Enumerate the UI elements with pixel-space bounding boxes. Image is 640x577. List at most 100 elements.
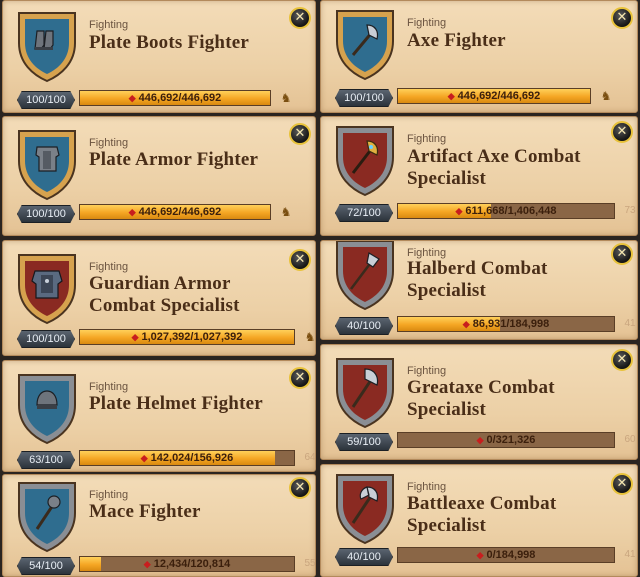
level-badge: 40/100 [335, 317, 393, 335]
mastery-crest-icon: ♞ [304, 330, 316, 344]
level-badge: 100/100 [17, 91, 75, 109]
xp-value: 0/321,326 [486, 434, 536, 446]
mastery-category: Fighting [407, 17, 447, 29]
xp-value: 446,692/446,692 [138, 206, 222, 218]
xp-value: 1,027,392/1,027,392 [141, 331, 243, 343]
mastery-category: Fighting [89, 19, 129, 31]
close-icon[interactable]: ✕ [289, 477, 311, 499]
xp-text: ◆ 0/321,326 [398, 433, 614, 447]
mastery-card[interactable]: Fighting Artifact Axe Combat Specialist ✕ 72… [320, 116, 638, 236]
level-badge: 59/100 [335, 433, 393, 451]
mastery-title: Plate Boots Fighter [89, 32, 249, 53]
xp-progress-bar: ◆ 611,668/1,406,448 [397, 203, 615, 219]
mastery-title: Halberd Combat [407, 258, 548, 279]
xp-value: 0/184,998 [486, 549, 536, 561]
xp-progress-bar: ◆ 446,692/446,692 [79, 204, 271, 220]
close-icon[interactable]: ✕ [289, 7, 311, 29]
mastery-shield-icon [333, 471, 397, 545]
xp-value: 446,692/446,692 [457, 90, 541, 102]
xp-gem-icon: ◆ [455, 206, 463, 216]
xp-progress-bar: ◆ 0/184,998 [397, 547, 615, 563]
xp-gem-icon: ◆ [476, 435, 484, 445]
mastery-title: Artifact Axe Combat [407, 146, 581, 167]
xp-gem-icon: ◆ [143, 559, 151, 569]
mastery-title: Specialist [407, 280, 487, 301]
close-icon[interactable]: ✕ [289, 249, 311, 271]
mastery-shield-icon [333, 241, 397, 311]
close-icon[interactable]: ✕ [289, 367, 311, 389]
close-icon[interactable]: ✕ [611, 121, 633, 143]
xp-text: ◆ 0/184,998 [398, 548, 614, 562]
mastery-title: Axe Fighter [407, 30, 506, 51]
xp-gem-icon: ◆ [140, 453, 148, 463]
xp-text: ◆ 1,027,392/1,027,392 [80, 330, 294, 344]
mastery-crest-icon: ♞ [600, 89, 612, 103]
mastery-card[interactable]: Fighting Halberd Combat Specialist ✕ 40/100 ◆… [320, 240, 638, 340]
xp-progress-bar: ◆ 446,692/446,692 [397, 88, 591, 104]
mastery-shield-icon [15, 371, 79, 445]
guardian-armor-icon [31, 270, 63, 299]
close-icon[interactable]: ✕ [611, 243, 633, 265]
mastery-shield-icon [333, 123, 397, 197]
plate-helmet-icon [36, 390, 58, 409]
xp-gem-icon: ◆ [131, 332, 139, 342]
xp-value: 611,668/1,406,448 [465, 205, 557, 217]
mastery-title: Battleaxe Combat [407, 493, 557, 514]
mastery-crest-icon: ♞ [280, 91, 292, 105]
next-level-label: 55 [304, 558, 316, 569]
next-level-label: 73 [624, 205, 636, 216]
mastery-category: Fighting [89, 137, 129, 149]
mastery-category: Fighting [89, 381, 129, 393]
mastery-shield-icon [15, 9, 79, 83]
plate-armor-icon [35, 146, 60, 172]
mastery-shield-icon [333, 355, 397, 429]
level-badge: 100/100 [17, 205, 75, 223]
xp-progress-bar: ◆ 0/321,326 [397, 432, 615, 448]
xp-text: ◆ 12,434/120,814 [80, 557, 294, 571]
mastery-card[interactable]: Fighting Guardian Armor Combat Specialist ✕… [2, 240, 316, 356]
xp-text: ◆ 446,692/446,692 [80, 91, 270, 105]
level-badge: 54/100 [17, 557, 75, 575]
level-badge: 100/100 [335, 89, 393, 107]
level-badge: 100/100 [17, 330, 75, 348]
mastery-title: Specialist [407, 168, 487, 189]
mastery-card[interactable]: Fighting Greataxe Combat Specialist ✕ 59/100… [320, 344, 638, 460]
mastery-title: Guardian Armor [89, 273, 231, 294]
xp-progress-bar: ◆ 1,027,392/1,027,392 [79, 329, 295, 345]
xp-gem-icon: ◆ [447, 91, 455, 101]
next-level-label: 41 [624, 318, 636, 329]
mastery-card[interactable]: Fighting Plate Boots Fighter ✕ 100/100 ◆ 446,… [2, 0, 316, 113]
mastery-category: Fighting [407, 133, 447, 145]
close-icon[interactable]: ✕ [611, 7, 633, 29]
mastery-shield-icon [15, 251, 79, 325]
xp-text: ◆ 142,024/156,926 [80, 451, 294, 465]
mastery-card[interactable]: Fighting Plate Helmet Fighter ✕ 63/100 ◆ 142,… [2, 360, 316, 472]
level-badge: 72/100 [335, 204, 393, 222]
close-icon[interactable]: ✕ [289, 123, 311, 145]
xp-gem-icon: ◆ [476, 550, 484, 560]
plate-boots-icon [34, 30, 54, 50]
close-icon[interactable]: ✕ [611, 349, 633, 371]
xp-progress-bar: ◆ 86,931/184,998 [397, 316, 615, 332]
mastery-title: Mace Fighter [89, 501, 201, 522]
xp-value: 12,434/120,814 [153, 558, 231, 570]
mastery-title: Specialist [407, 399, 487, 420]
level-badge: 63/100 [17, 451, 75, 469]
mastery-title: Plate Armor Fighter [89, 149, 259, 170]
mastery-card[interactable]: Fighting Mace Fighter ✕ 54/100 ◆ 12,434/120,8… [2, 474, 316, 577]
xp-text: ◆ 86,931/184,998 [398, 317, 614, 331]
mastery-card[interactable]: Fighting Battleaxe Combat Specialist ✕ 40/10… [320, 464, 638, 577]
xp-progress-bar: ◆ 446,692/446,692 [79, 90, 271, 106]
mastery-category: Fighting [89, 261, 129, 273]
mastery-title: Specialist [407, 515, 487, 536]
mastery-card[interactable]: Fighting Plate Armor Fighter ✕ 100/100 ◆ 446,… [2, 116, 316, 236]
mastery-shield-icon [15, 127, 79, 201]
mastery-title: Greataxe Combat [407, 377, 555, 398]
mastery-card[interactable]: Fighting Axe Fighter ✕ 100/100 ◆ 446,692/446,… [320, 0, 638, 113]
next-level-label: 41 [624, 549, 636, 560]
mastery-category: Fighting [407, 365, 447, 377]
mastery-shield-icon [333, 7, 397, 81]
next-level-label: 64 [304, 452, 316, 463]
close-icon[interactable]: ✕ [611, 473, 633, 495]
xp-text: ◆ 446,692/446,692 [80, 205, 270, 219]
